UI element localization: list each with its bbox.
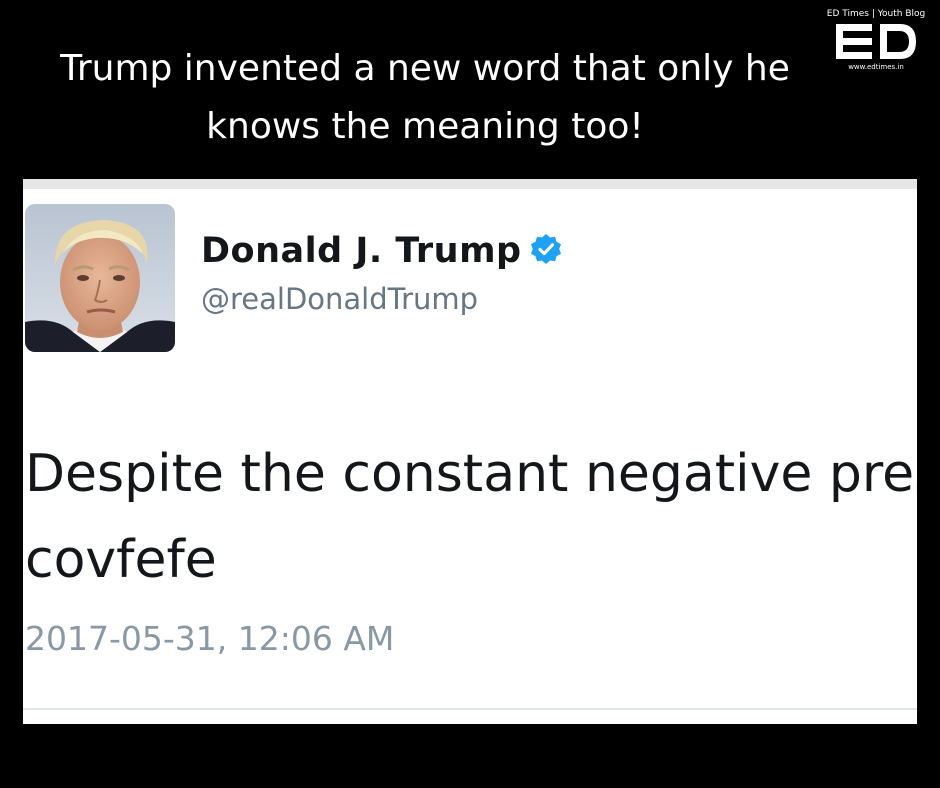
ed-times-logo: ED Times | Youth Blog www.edtimes.in — [826, 8, 926, 72]
tweet-text-line-1: Despite the constant negative pres — [25, 444, 917, 504]
author-row: Donald J. Trump — [201, 231, 562, 271]
headline-line-2: knows the meaning too! — [206, 106, 644, 147]
card-top-divider — [23, 179, 917, 189]
author-handle[interactable]: @realDonaldTrump — [201, 282, 478, 316]
headline-line-1: Trump invented a new word that only he — [60, 48, 790, 89]
avatar[interactable] — [25, 204, 175, 352]
tweet-text: Despite the constant negative pres covfe… — [25, 431, 917, 603]
verified-badge-icon — [530, 233, 562, 269]
logo-tagline: ED Times | Youth Blog — [826, 9, 926, 19]
ed-logo-mark-icon — [836, 24, 916, 59]
author-display-name[interactable]: Donald J. Trump — [201, 231, 522, 271]
avatar-portrait-icon — [25, 204, 175, 352]
tweet-card: Donald J. Trump @realDonaldTrump Despite… — [23, 179, 917, 724]
tweet-timestamp[interactable]: 2017-05-31, 12:06 AM — [25, 619, 394, 658]
tweet-text-line-2: covfefe — [25, 530, 217, 590]
headline: Trump invented a new word that only he k… — [0, 40, 850, 156]
card-bottom-divider — [23, 708, 917, 710]
logo-url: www.edtimes.in — [848, 63, 904, 71]
